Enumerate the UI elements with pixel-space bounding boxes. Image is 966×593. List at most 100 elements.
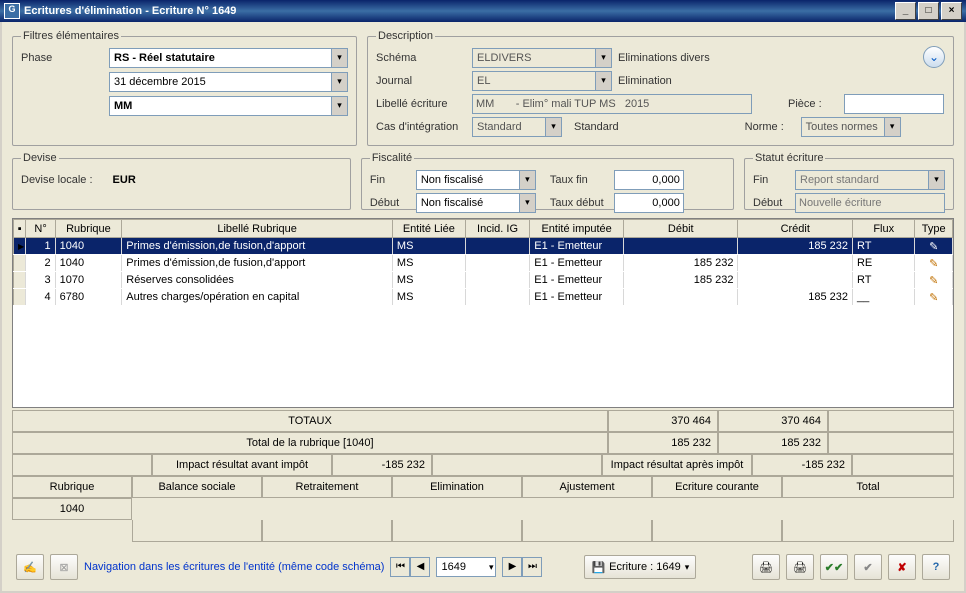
chevron-down-icon[interactable]: ▾ — [595, 49, 611, 67]
chevron-down-icon[interactable]: ▾ — [884, 118, 900, 136]
chevron-down-icon[interactable]: ▾ — [519, 194, 535, 212]
table-row[interactable]: 46780Autres charges/opération en capital… — [14, 289, 953, 306]
schema-combo[interactable]: ELDIVERS ▾ — [472, 48, 612, 68]
journal-desc: Elimination — [618, 75, 672, 87]
expand-button[interactable]: ⌄ — [923, 46, 945, 68]
tab-total[interactable]: Total — [782, 476, 954, 498]
row-marker-header[interactable]: ▪ — [14, 220, 26, 238]
tab-elimination[interactable]: Elimination — [392, 476, 522, 498]
chevron-down-icon[interactable]: ▾ — [489, 562, 494, 573]
col-entite-liee[interactable]: Entité Liée — [392, 220, 465, 238]
tab-balance[interactable]: Balance sociale — [132, 476, 262, 498]
chevron-down-icon[interactable]: ▾ — [928, 171, 944, 189]
table-row[interactable]: 31070Réserves consolidéesMSE1 - Emetteur… — [14, 272, 953, 289]
nav-last-button[interactable]: ⏭ — [522, 557, 542, 577]
validate-all-button[interactable]: ✔✔ — [820, 554, 848, 580]
chevron-down-icon[interactable]: ▾ — [331, 73, 347, 91]
piece-input[interactable] — [844, 94, 944, 114]
nav-number-combo[interactable]: 1649 ▾ — [436, 557, 496, 577]
date-value: 31 décembre 2015 — [114, 76, 331, 88]
journal-combo[interactable]: EL ▾ — [472, 71, 612, 91]
tab-courante[interactable]: Ecriture courante — [652, 476, 782, 498]
tauxfin-label: Taux fin — [550, 174, 610, 186]
cell-credit — [738, 255, 853, 272]
entries-grid[interactable]: ▪ N° Rubrique Libellé Rubrique Entité Li… — [12, 218, 954, 408]
cell-entite-imputee: E1 - Emetteur — [530, 289, 624, 306]
phase-combo[interactable]: RS - Réel statutaire ▾ — [109, 48, 348, 68]
maximize-button[interactable]: □ — [918, 2, 939, 20]
description-panel: Description ⌄ Schéma ELDIVERS ▾ Eliminat… — [367, 30, 954, 146]
col-credit[interactable]: Crédit — [738, 220, 853, 238]
chevron-down-icon[interactable]: ▾ — [519, 171, 535, 189]
tab-ajustement[interactable]: Ajustement — [522, 476, 652, 498]
cas-value: Standard — [477, 121, 545, 133]
statut-debut-input[interactable] — [795, 193, 945, 213]
edit-row-icon[interactable]: ✎ — [915, 289, 953, 306]
col-entite-imputee[interactable]: Entité imputée — [530, 220, 624, 238]
devise-local-label: Devise locale : — [21, 174, 93, 186]
cell-credit — [738, 272, 853, 289]
cell-flux: RT — [852, 238, 914, 255]
cell-credit: 185 232 — [738, 238, 853, 255]
statut-fin-combo[interactable]: Report standard ▾ — [795, 170, 945, 190]
totaux-credit: 370 464 — [718, 411, 828, 432]
edit-row-icon[interactable]: ✎ — [915, 238, 953, 255]
tauxfin-input[interactable] — [614, 170, 684, 190]
cell-n: 1 — [26, 238, 55, 255]
col-flux[interactable]: Flux — [852, 220, 914, 238]
row-marker[interactable] — [14, 255, 26, 272]
tab-retraitement[interactable]: Retraitement — [262, 476, 392, 498]
libelle-input[interactable] — [472, 94, 752, 114]
cell-rubrique: 1040 — [55, 238, 122, 255]
chevron-down-icon[interactable]: ▾ — [545, 118, 561, 136]
col-libelle[interactable]: Libellé Rubrique — [122, 220, 393, 238]
cell-incid-ig — [465, 272, 530, 289]
tab-rubrique-header[interactable]: Rubrique — [12, 476, 132, 498]
nav-prev-button[interactable]: ◀ — [410, 557, 430, 577]
nav-link[interactable]: Navigation dans les écritures de l'entit… — [84, 561, 384, 573]
fisc-debut-combo[interactable]: Non fiscalisé ▾ — [416, 193, 536, 213]
help-button[interactable]: ? — [922, 554, 950, 580]
print-button[interactable]: 🖨 — [752, 554, 780, 580]
cancel-button[interactable]: ✘ — [888, 554, 916, 580]
col-incid-ig[interactable]: Incid. IG — [465, 220, 530, 238]
col-n[interactable]: N° — [26, 220, 55, 238]
table-row[interactable]: 21040Primes d'émission,de fusion,d'appor… — [14, 255, 953, 272]
validate-button[interactable]: ✔ — [854, 554, 882, 580]
fisc-fin-value: Non fiscalisé — [421, 174, 519, 186]
edit-row-icon[interactable]: ✎ — [915, 272, 953, 289]
close-button[interactable]: × — [941, 2, 962, 20]
disabled-tool-button[interactable]: ⊠ — [50, 554, 78, 580]
table-row[interactable]: 11040Primes d'émission,de fusion,d'appor… — [14, 238, 953, 255]
chevron-down-icon[interactable]: ▾ — [595, 72, 611, 90]
impact-avant-value: -185 232 — [332, 455, 432, 476]
row-marker[interactable] — [14, 238, 26, 255]
row-marker[interactable] — [14, 272, 26, 289]
date-combo[interactable]: 31 décembre 2015 ▾ — [109, 72, 348, 92]
tauxdebut-input[interactable] — [614, 193, 684, 213]
cross-icon: ✘ — [897, 561, 906, 574]
check-icon: ✔ — [863, 561, 872, 574]
print-preview-button[interactable]: 🖨 — [786, 554, 814, 580]
col-type[interactable]: Type — [915, 220, 953, 238]
ecriture-dropdown-button[interactable]: 💾 Ecriture : 1649 ▾ — [584, 555, 696, 579]
devise-local-value: EUR — [113, 174, 136, 186]
cell-flux: RE — [852, 255, 914, 272]
sign-button[interactable]: ✍ — [16, 554, 44, 580]
chevron-down-icon[interactable]: ▾ — [331, 49, 347, 67]
cas-combo[interactable]: Standard ▾ — [472, 117, 562, 137]
cell-entite-liee: MS — [392, 238, 465, 255]
row-marker[interactable] — [14, 289, 26, 306]
norme-combo[interactable]: Toutes normes ▾ — [801, 117, 901, 137]
chevron-down-icon[interactable]: ▾ — [331, 97, 347, 115]
totaux-debit: 370 464 — [608, 411, 718, 432]
minimize-button[interactable]: _ — [895, 2, 916, 20]
fisc-fin-combo[interactable]: Non fiscalisé ▾ — [416, 170, 536, 190]
nav-next-button[interactable]: ▶ — [502, 557, 522, 577]
entity-combo[interactable]: MM ▾ — [109, 96, 348, 116]
statut-panel: Statut écriture Fin Report standard ▾ Dé… — [744, 152, 954, 210]
edit-row-icon[interactable]: ✎ — [915, 255, 953, 272]
col-debit[interactable]: Débit — [623, 220, 738, 238]
nav-first-button[interactable]: ⏮ — [390, 557, 410, 577]
col-rubrique[interactable]: Rubrique — [55, 220, 122, 238]
